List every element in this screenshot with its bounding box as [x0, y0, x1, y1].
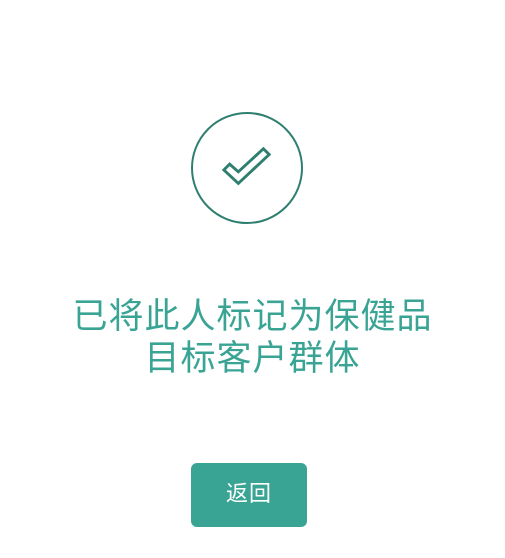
message-line-1: 已将此人标记为保健品 — [72, 297, 433, 337]
success-circle — [191, 112, 303, 224]
check-icon — [221, 146, 272, 186]
back-button[interactable]: 返回 — [191, 463, 307, 527]
result-message: 已将此人标记为保健品 目标客户群体 — [0, 296, 505, 380]
message-line-2: 目标客户群体 — [144, 339, 361, 379]
